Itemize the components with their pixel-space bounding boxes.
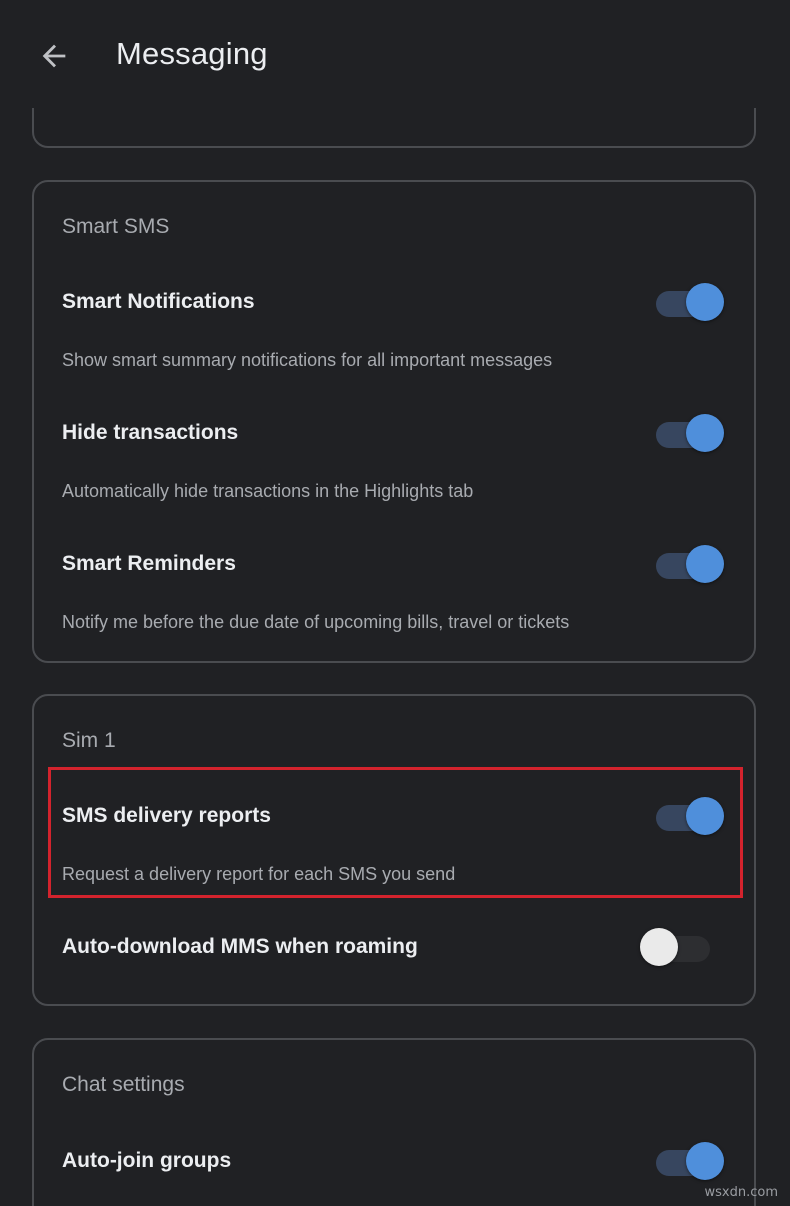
section-title-sim1: Sim 1 — [62, 729, 116, 752]
watermark: wsxdn.com — [704, 1185, 779, 1200]
setting-description: Notify me before the due date of upcomin… — [62, 612, 570, 632]
chat-settings-card: Chat settings Auto-join groups — [32, 1038, 756, 1206]
toggle-thumb — [686, 797, 724, 835]
section-title-chat-settings: Chat settings — [62, 1073, 185, 1096]
section-title-smart-sms: Smart SMS — [62, 215, 170, 238]
hide-transactions-toggle[interactable] — [654, 411, 724, 455]
smart-notifications-toggle[interactable] — [654, 280, 724, 324]
setting-title: Smart Reminders — [62, 552, 236, 575]
toggle-thumb — [686, 414, 724, 452]
auto-download-mms-toggle[interactable] — [640, 925, 714, 969]
settings-screen: Messaging Smart SMS Smart Notifications … — [0, 0, 790, 1206]
sim1-card: Sim 1 SMS delivery reports Request a del… — [32, 694, 756, 1006]
setting-title: SMS delivery reports — [62, 804, 271, 827]
back-button[interactable] — [26, 28, 82, 84]
arrow-left-icon — [42, 44, 66, 68]
toggle-thumb — [640, 928, 678, 966]
setting-title: Hide transactions — [62, 421, 239, 444]
sms-delivery-reports-toggle[interactable] — [654, 794, 724, 838]
setting-title: Auto-join groups — [62, 1149, 232, 1172]
setting-description: Show smart summary notifications for all… — [62, 350, 553, 370]
smart-reminders-toggle[interactable] — [654, 542, 724, 586]
auto-join-groups-toggle[interactable] — [654, 1139, 724, 1183]
setting-title: Auto-download MMS when roaming — [62, 935, 418, 958]
page-title: Messaging — [116, 36, 268, 71]
setting-description: Automatically hide transactions in the H… — [62, 481, 474, 501]
toggle-thumb — [686, 545, 724, 583]
setting-title: Smart Notifications — [62, 290, 255, 313]
smart-sms-card: Smart SMS Smart Notifications Show smart… — [32, 180, 756, 663]
app-bar: Messaging — [0, 0, 790, 108]
setting-description: Request a delivery report for each SMS y… — [62, 864, 456, 884]
toggle-thumb — [686, 1142, 724, 1180]
toggle-thumb — [686, 283, 724, 321]
